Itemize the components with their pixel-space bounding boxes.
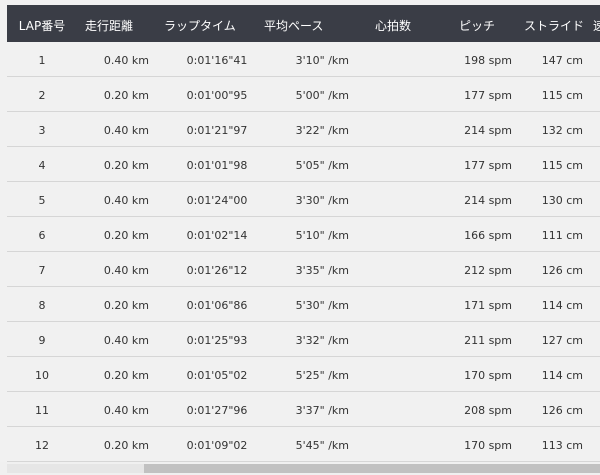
cell-distance: 0.20 km: [103, 439, 149, 452]
cell-avg-pace: 5'30" /km: [295, 299, 349, 312]
cell-lap-time: 0:01'01"98: [186, 159, 248, 172]
lap-table: LAP番号 走行距離 ラップタイム 平均ペース 心拍数 ピッチ ストライド 速 …: [7, 5, 600, 462]
cell-lap: 12: [35, 439, 49, 452]
cell-lap-time: 0:01'21"97: [186, 124, 248, 137]
table-body: 1 0.40 km 0:01'16"41 3'10" /km 198 spm 147 cm…: [7, 42, 600, 462]
cell-lap: 6: [38, 229, 46, 242]
cell-avg-pace: 3'10" /km: [295, 54, 349, 67]
cell-stride: 115 cm: [541, 159, 583, 172]
header-next-partial[interactable]: 速: [593, 17, 600, 34]
cell-avg-pace: 3'35" /km: [295, 264, 349, 277]
cell-distance: 0.40 km: [103, 404, 149, 417]
cell-pitch: 177 spm: [464, 89, 512, 102]
cell-distance: 0.40 km: [103, 194, 149, 207]
cell-stride: 147 cm: [541, 54, 583, 67]
cell-lap-time: 0:01'06"86: [186, 299, 248, 312]
cell-lap: 2: [38, 89, 46, 102]
cell-lap-time: 0:01'09"02: [186, 439, 248, 452]
table-row: 9 0.40 km 0:01'25"93 3'32" /km 211 spm 127 cm: [7, 322, 600, 357]
cell-pitch: 170 spm: [464, 369, 512, 382]
cell-avg-pace: 3'32" /km: [295, 334, 349, 347]
cell-stride: 114 cm: [541, 369, 583, 382]
cell-avg-pace: 3'37" /km: [295, 404, 349, 417]
cell-lap-time: 0:01'02"14: [186, 229, 248, 242]
header-lap[interactable]: LAP番号: [7, 17, 77, 34]
cell-pitch: 198 spm: [464, 54, 512, 67]
header-stride[interactable]: ストライド: [524, 17, 584, 34]
cell-stride: 115 cm: [541, 89, 583, 102]
cell-lap-time: 0:01'05"02: [186, 369, 248, 382]
table-row: 7 0.40 km 0:01'26"12 3'35" /km 212 spm 126 cm: [7, 252, 600, 287]
cell-stride: 126 cm: [541, 264, 583, 277]
cell-pitch: 208 spm: [464, 404, 512, 417]
cell-distance: 0.40 km: [103, 54, 149, 67]
table-row: 11 0.40 km 0:01'27"96 3'37" /km 208 spm 126 c…: [7, 392, 600, 427]
cell-avg-pace: 5'00" /km: [295, 89, 349, 102]
table-row: 8 0.20 km 0:01'06"86 5'30" /km 171 spm 114 cm: [7, 287, 600, 322]
cell-avg-pace: 3'22" /km: [295, 124, 349, 137]
cell-stride: 111 cm: [541, 229, 583, 242]
header-avg-pace[interactable]: 平均ペース: [264, 17, 323, 34]
cell-lap-time: 0:01'25"93: [186, 334, 248, 347]
cell-stride: 113 cm: [541, 439, 583, 452]
cell-lap-time: 0:01'26"12: [186, 264, 248, 277]
cell-lap: 3: [38, 124, 46, 137]
table-row: 12 0.20 km 0:01'09"02 5'45" /km 170 spm 113 c…: [7, 427, 600, 462]
cell-lap: 9: [38, 334, 46, 347]
cell-distance: 0.20 km: [103, 369, 149, 382]
cell-avg-pace: 5'25" /km: [295, 369, 349, 382]
table-row: 2 0.20 km 0:01'00"95 5'00" /km 177 spm 115 cm: [7, 77, 600, 112]
cell-lap: 10: [35, 369, 49, 382]
cell-stride: 114 cm: [541, 299, 583, 312]
cell-distance: 0.40 km: [103, 264, 149, 277]
cell-lap: 1: [38, 54, 46, 67]
cell-distance: 0.20 km: [103, 229, 149, 242]
cell-avg-pace: 5'05" /km: [295, 159, 349, 172]
table-row: 1 0.40 km 0:01'16"41 3'10" /km 198 spm 147 cm: [7, 42, 600, 77]
cell-distance: 0.20 km: [103, 89, 149, 102]
table-row: 4 0.20 km 0:01'01"98 5'05" /km 177 spm 115 cm: [7, 147, 600, 182]
cell-lap: 11: [35, 404, 49, 417]
cell-stride: 130 cm: [541, 194, 583, 207]
cell-pitch: 214 spm: [464, 194, 512, 207]
cell-lap: 4: [38, 159, 46, 172]
cell-pitch: 214 spm: [464, 124, 512, 137]
cell-stride: 132 cm: [541, 124, 583, 137]
table-row: 3 0.40 km 0:01'21"97 3'22" /km 214 spm 132 cm: [7, 112, 600, 147]
cell-distance: 0.20 km: [103, 159, 149, 172]
cell-lap: 7: [38, 264, 46, 277]
cell-lap-time: 0:01'00"95: [186, 89, 248, 102]
cell-pitch: 166 spm: [464, 229, 512, 242]
cell-pitch: 211 spm: [464, 334, 512, 347]
cell-lap: 8: [38, 299, 46, 312]
header-lap-time[interactable]: ラップタイム: [164, 17, 236, 34]
cell-distance: 0.40 km: [103, 124, 149, 137]
table-row: 6 0.20 km 0:01'02"14 5'10" /km 166 spm 111 cm: [7, 217, 600, 252]
horizontal-scrollbar[interactable]: [0, 462, 600, 475]
scrollbar-thumb[interactable]: [144, 464, 600, 473]
cell-avg-pace: 5'45" /km: [295, 439, 349, 452]
cell-distance: 0.20 km: [103, 299, 149, 312]
table-row: 5 0.40 km 0:01'24"00 3'30" /km 214 spm 130 cm: [7, 182, 600, 217]
cell-pitch: 212 spm: [464, 264, 512, 277]
cell-lap-time: 0:01'27"96: [186, 404, 248, 417]
table-row: 10 0.20 km 0:01'05"02 5'25" /km 170 spm 114 c…: [7, 357, 600, 392]
header-distance[interactable]: 走行距離: [85, 17, 133, 34]
cell-pitch: 171 spm: [464, 299, 512, 312]
cell-distance: 0.40 km: [103, 334, 149, 347]
cell-pitch: 177 spm: [464, 159, 512, 172]
cell-lap-time: 0:01'24"00: [186, 194, 248, 207]
cell-avg-pace: 3'30" /km: [295, 194, 349, 207]
cell-stride: 126 cm: [541, 404, 583, 417]
cell-avg-pace: 5'10" /km: [295, 229, 349, 242]
lap-table-container: LAP番号 走行距離 ラップタイム 平均ペース 心拍数 ピッチ ストライド 速 …: [0, 0, 600, 462]
cell-lap-time: 0:01'16"41: [186, 54, 248, 67]
cell-stride: 127 cm: [541, 334, 583, 347]
cell-lap: 5: [38, 194, 46, 207]
table-header: LAP番号 走行距離 ラップタイム 平均ペース 心拍数 ピッチ ストライド 速: [7, 5, 600, 42]
cell-pitch: 170 spm: [464, 439, 512, 452]
header-pitch[interactable]: ピッチ: [459, 17, 495, 34]
header-heart-rate[interactable]: 心拍数: [375, 17, 411, 34]
